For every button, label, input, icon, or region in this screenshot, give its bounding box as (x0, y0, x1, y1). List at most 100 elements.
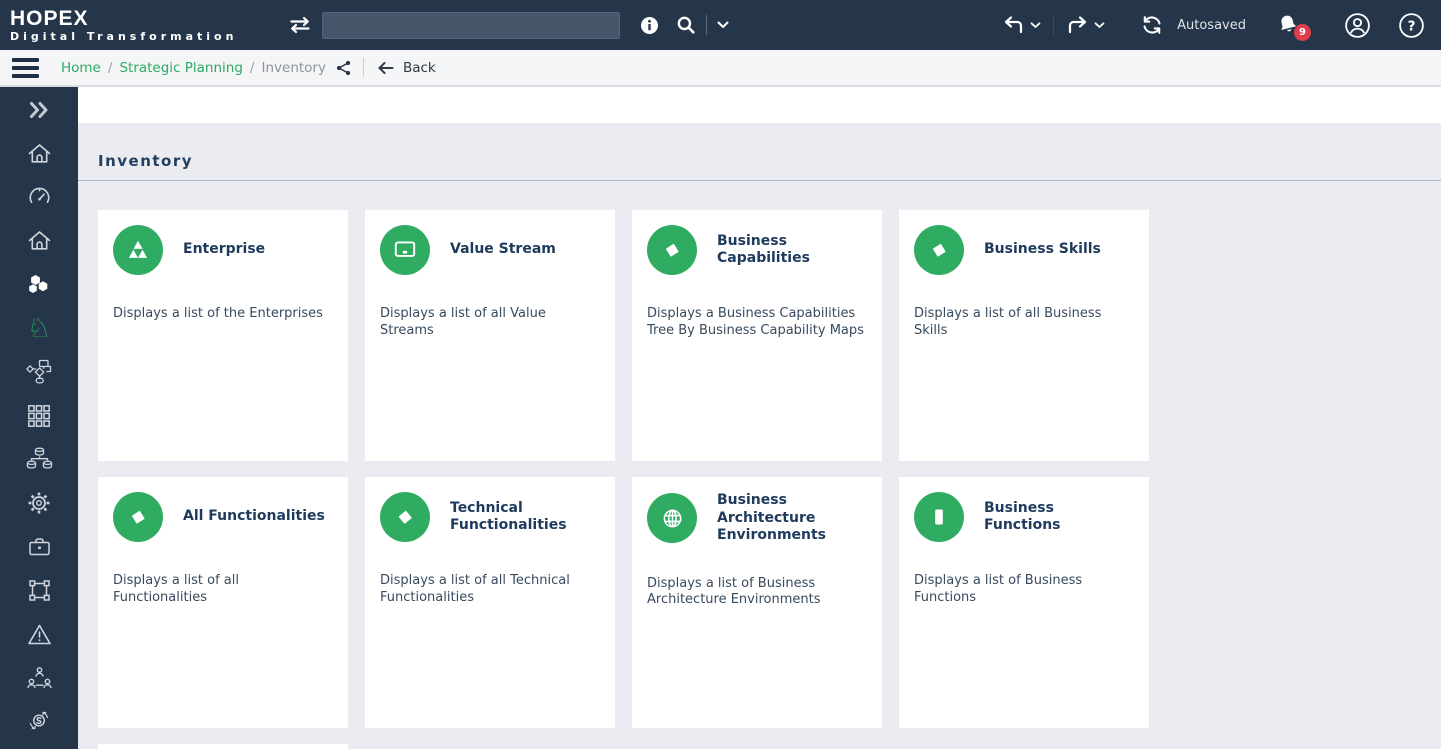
breadcrumb-strategic-planning[interactable]: Strategic Planning (119, 60, 242, 76)
card-icon-circle (113, 225, 163, 275)
back-label: Back (403, 60, 436, 76)
sidebar-item-boundary-frame[interactable] (0, 569, 78, 613)
breadcrumb-separator: / (250, 60, 255, 76)
title-divider (78, 180, 1441, 181)
enterprise-triangle-icon (125, 238, 151, 262)
card-title: Business Capabilities (717, 233, 864, 268)
svg-text:?: ? (1408, 18, 1416, 34)
search-options-chevron-down-icon[interactable] (717, 21, 729, 29)
sidebar-item-risk[interactable] (0, 612, 78, 656)
card-description: Displays a list of Business Functions (914, 573, 1131, 607)
sidebar-item-application-grid[interactable] (0, 394, 78, 438)
card-business-skills[interactable]: Business Skills Displays a list of all B… (899, 210, 1149, 461)
card-icon-circle (914, 225, 964, 275)
screen-icon (392, 238, 418, 262)
card-description: Displays a list of the Enterprises (113, 306, 330, 323)
undo-chevron-down-icon[interactable] (1030, 22, 1041, 29)
diamond-icon (659, 237, 685, 263)
notification-count-badge: 9 (1294, 24, 1311, 41)
hopex-logo[interactable]: HOPEX Digital Transformation (10, 8, 288, 43)
sidebar-item-data-architecture[interactable] (0, 438, 78, 482)
redo-icon[interactable] (1066, 16, 1089, 35)
sidebar-item-settings[interactable] (0, 481, 78, 525)
breadcrumb: Home / Strategic Planning / Inventory (61, 60, 326, 76)
logo-title: HOPEX (10, 8, 288, 29)
sidebar-item-strategy-active[interactable]: ♘ (0, 306, 78, 350)
home-icon (26, 228, 53, 254)
diamond-icon (125, 504, 151, 530)
hexagons-icon (26, 272, 52, 298)
card-title: Business Skills (984, 241, 1101, 259)
card-title: Business Functions (984, 500, 1131, 535)
menu-hamburger-icon[interactable] (12, 54, 39, 82)
diamond-icon (392, 504, 418, 530)
topbar-separator (706, 15, 707, 35)
sidebar-item-process-flow[interactable] (0, 350, 78, 394)
chess-knight-icon: ♘ (27, 315, 51, 342)
card-title: Technical Functionalities (450, 500, 597, 535)
home-icon (26, 141, 53, 167)
rectangle-icon (926, 504, 952, 530)
refresh-icon[interactable] (1141, 15, 1163, 35)
performance-gauge-icon (26, 184, 53, 210)
sidebar-item-collaboration[interactable] (0, 656, 78, 700)
notifications-bell-icon[interactable]: 9 (1276, 13, 1300, 37)
card-business-capabilities[interactable]: Business Capabilities Displays a Busines… (632, 210, 882, 461)
grid-icon (26, 403, 52, 429)
gear-icon (26, 490, 52, 516)
flowchart-icon (26, 358, 53, 385)
back-button[interactable]: Back (377, 60, 436, 76)
search-icon[interactable] (676, 15, 696, 35)
card-icon-circle (647, 493, 697, 543)
inventory-card-grid: Enterprise Displays a list of the Enterp… (98, 210, 1417, 749)
sidebar-item-home-alt[interactable] (0, 219, 78, 263)
breadcrumb-current-inventory: Inventory (261, 60, 325, 76)
help-icon[interactable]: ? (1398, 12, 1425, 39)
selection-frame-icon (26, 577, 53, 604)
swap-icon[interactable] (288, 16, 312, 34)
search-input[interactable] (322, 12, 620, 39)
user-avatar-icon[interactable] (1344, 12, 1371, 39)
databases-icon (26, 446, 53, 473)
card-title: Business Architecture Environments (717, 492, 864, 545)
card-description: Displays a list of all Value Streams (380, 306, 597, 340)
sidebar-item-exchange[interactable] (0, 700, 78, 744)
info-icon[interactable] (640, 16, 659, 35)
card-icon-circle (380, 225, 430, 275)
globe-icon (660, 506, 685, 531)
breadcrumb-home[interactable]: Home (61, 60, 101, 76)
card-enterprise[interactable]: Enterprise Displays a list of the Enterp… (98, 210, 348, 461)
breadcrumb-vertical-separator (363, 58, 364, 77)
currency-sync-icon (26, 708, 52, 734)
breadcrumb-bar: Home / Strategic Planning / Inventory Ba… (0, 50, 1441, 87)
sidebar-item-portfolio[interactable] (0, 525, 78, 569)
card-technical-functionalities[interactable]: Technical Functionalities Displays a lis… (365, 477, 615, 728)
main-content: Inventory Enterprise Displays a list of … (78, 87, 1441, 749)
briefcase-icon (26, 534, 53, 560)
card-business-functions[interactable]: Business Functions Displays a list of Bu… (899, 477, 1149, 728)
undo-icon[interactable] (1002, 16, 1025, 35)
card-value-stream[interactable]: Value Stream Displays a list of all Valu… (365, 210, 615, 461)
org-people-icon (26, 665, 53, 691)
card-title: Enterprise (183, 241, 265, 259)
card-business-partners[interactable]: Business Partners Displays a list of Bus… (98, 744, 348, 749)
sidebar-item-dashboard[interactable] (0, 175, 78, 219)
page-title: Inventory (98, 123, 1417, 170)
share-icon[interactable] (336, 60, 351, 76)
sidebar-item-expand[interactable] (0, 88, 78, 132)
card-business-architecture-environments[interactable]: Business Architecture Environments Displ… (632, 477, 882, 728)
card-description: Displays a list of all Functionalities (113, 573, 330, 607)
card-icon-circle (914, 492, 964, 542)
sidebar-item-home[interactable] (0, 132, 78, 176)
double-chevron-right-icon (27, 99, 51, 121)
top-bar: HOPEX Digital Transformation Autosa (0, 0, 1441, 50)
card-all-functionalities[interactable]: All Functionalities Displays a list of a… (98, 477, 348, 728)
card-title: All Functionalities (183, 508, 325, 526)
breadcrumb-separator: / (108, 60, 113, 76)
sidebar: ♘ (0, 87, 78, 749)
redo-chevron-down-icon[interactable] (1094, 22, 1105, 29)
card-description: Displays a list of all Business Skills (914, 306, 1131, 340)
sidebar-item-capabilities[interactable] (0, 263, 78, 307)
content-top-strip (78, 87, 1441, 123)
card-icon-circle (113, 492, 163, 542)
